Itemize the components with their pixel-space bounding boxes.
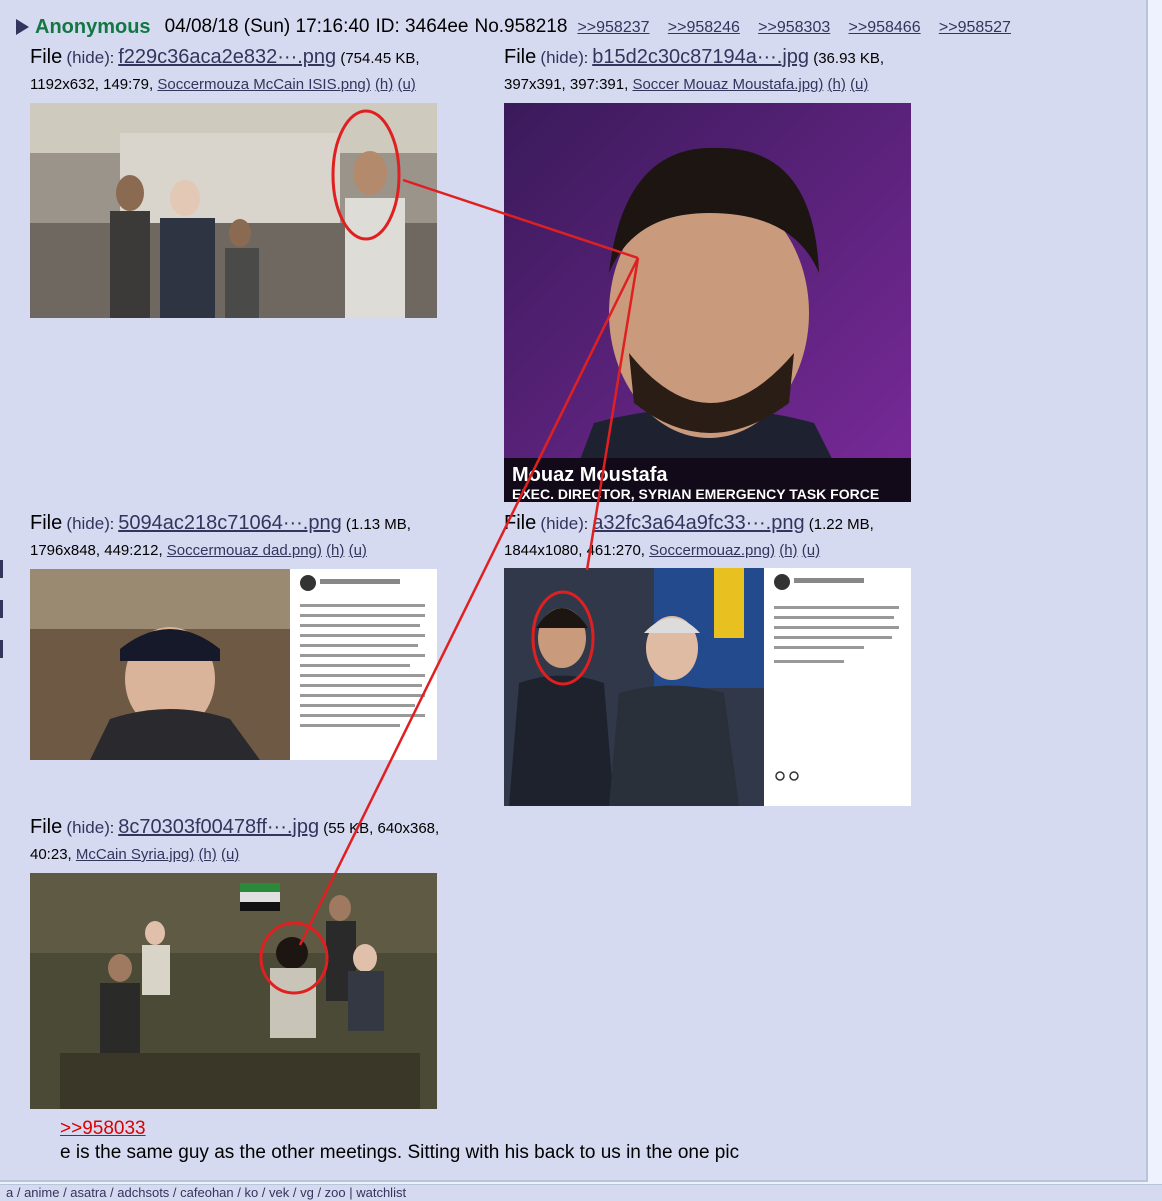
u-link[interactable]: (u) — [221, 846, 239, 863]
original-filename[interactable]: McCain Syria.jpg) — [76, 846, 194, 863]
h-link[interactable]: (h) — [326, 542, 344, 559]
file-info: File (hide): f229c36aca2e832···.png (754… — [30, 46, 420, 93]
h-link[interactable]: (h) — [828, 76, 846, 93]
u-link[interactable]: (u) — [397, 76, 415, 93]
backlink[interactable]: >>958527 — [939, 19, 1011, 36]
post-header: Anonymous 04/08/18 (Sun) 17:16:40 ID: 34… — [4, 12, 1024, 42]
board-bar-links[interactable]: a / anime / asatra / adchsots / cafeohan… — [6, 1185, 406, 1200]
thumbnail-mccain-syria[interactable] — [30, 873, 437, 1109]
u-link[interactable]: (u) — [850, 76, 868, 93]
backlink[interactable]: >>958466 — [849, 19, 921, 36]
hide-link[interactable]: (hide) — [540, 48, 583, 67]
file-link[interactable]: b15d2c30c87194a···.jpg — [592, 46, 809, 68]
file-link[interactable]: 8c70303f00478ff···.jpg — [118, 816, 319, 838]
original-filename[interactable]: Soccermouza McCain ISIS.png) — [157, 76, 370, 93]
thumbnail-soccermouaz-meeting[interactable] — [504, 568, 911, 806]
hide-link[interactable]: (hide) — [66, 818, 109, 837]
quote-link[interactable]: >>958033 — [60, 1118, 146, 1140]
file-link[interactable]: 5094ac218c71064···.png — [118, 512, 342, 534]
u-link[interactable]: (u) — [802, 542, 820, 559]
h-link[interactable]: (h) — [198, 846, 216, 863]
poster-id[interactable]: ID: 3464ee — [376, 16, 469, 38]
poster-name: Anonymous — [35, 15, 151, 38]
file-info: File (hide): b15d2c30c87194a···.jpg (36.… — [504, 46, 885, 93]
thumbnail-mccain-group[interactable] — [30, 103, 437, 318]
file-info: File (hide): a32fc3a64a9fc33···.png (1.2… — [504, 512, 874, 559]
hide-link[interactable]: (hide) — [66, 514, 109, 533]
post-comment: e is the same guy as the other meetings.… — [60, 1142, 740, 1163]
thumbnail-mouaz-portrait[interactable]: Mouaz Moustafa EXEC. DIRECTOR, SYRIAN EM… — [504, 103, 911, 502]
post-date: 04/08/18 (Sun) 17:16:40 — [164, 16, 370, 37]
caption-title: EXEC. DIRECTOR, SYRIAN EMERGENCY TASK FO… — [512, 486, 879, 502]
file-info: File (hide): 8c70303f00478ff···.jpg (55 … — [30, 816, 440, 863]
post-container: Anonymous 04/08/18 (Sun) 17:16:40 ID: 34… — [0, 0, 1148, 1182]
hide-link[interactable]: (hide) — [66, 48, 109, 67]
scroll-indicator — [0, 560, 4, 660]
original-filename[interactable]: Soccer Mouaz Moustafa.jpg) — [632, 76, 823, 93]
post-menu-arrow-icon[interactable] — [16, 19, 29, 35]
backlink[interactable]: >>958303 — [758, 19, 830, 36]
board-bar: a / anime / asatra / adchsots / cafeohan… — [0, 1184, 1162, 1201]
original-filename[interactable]: Soccermouaz.png) — [649, 542, 775, 559]
post-number[interactable]: No.958218 — [474, 16, 567, 38]
backlinks: >>958237 >>958246 >>958303 >>958466 >>95… — [577, 16, 1024, 38]
caption-name: Mouaz Moustafa — [512, 464, 668, 486]
thumbnail-soccermouaz-dad[interactable] — [30, 569, 437, 760]
file-link[interactable]: f229c36aca2e832···.png — [118, 46, 336, 68]
hide-link[interactable]: (hide) — [540, 514, 583, 533]
backlink[interactable]: >>958237 — [577, 19, 649, 36]
original-filename[interactable]: Soccermouaz dad.png) — [167, 542, 322, 559]
backlink[interactable]: >>958246 — [668, 19, 740, 36]
u-link[interactable]: (u) — [349, 542, 367, 559]
file-link[interactable]: a32fc3a64a9fc33···.png — [592, 512, 804, 534]
h-link[interactable]: (h) — [375, 76, 393, 93]
h-link[interactable]: (h) — [779, 542, 797, 559]
file-info: File (hide): 5094ac218c71064···.png (1.1… — [30, 512, 411, 559]
